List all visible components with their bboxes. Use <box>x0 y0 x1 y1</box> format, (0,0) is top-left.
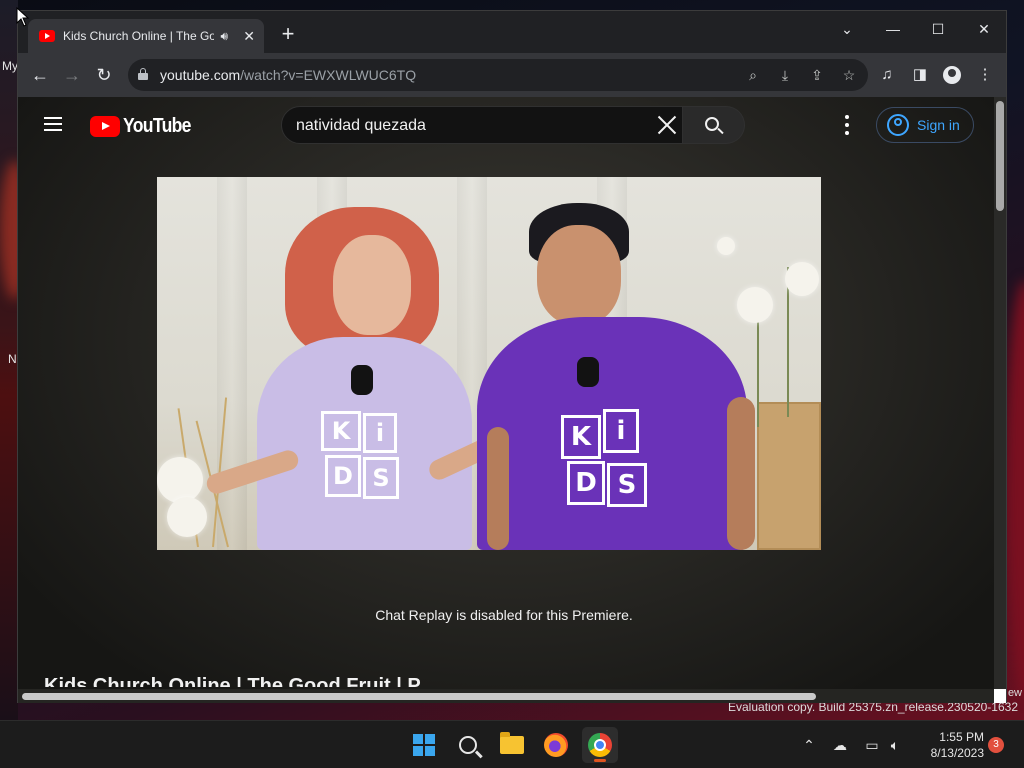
cloud-off-icon[interactable]: ☁ <box>830 735 850 755</box>
address-bar[interactable]: youtube.com/watch?v=EWXWLWUC6TQ ⌕ ⤓ ⇪ ☆ <box>128 59 868 91</box>
white-flower-decor <box>785 262 819 296</box>
media-control-icon[interactable]: ♫ <box>876 64 898 86</box>
search-button[interactable] <box>683 106 745 144</box>
youtube-masthead: YouTube natividad quezada Sign in <box>18 97 994 153</box>
tab-youtube-video[interactable]: Kids Church Online | The Goo 🔊︎ ✕ <box>28 19 264 53</box>
magnifier-icon <box>459 736 477 754</box>
shirt-letter: i <box>363 413 397 453</box>
clear-search-icon[interactable] <box>654 112 680 138</box>
shirt-letter: K <box>561 415 601 459</box>
sign-in-label: Sign in <box>917 117 960 133</box>
youtube-page: YouTube natividad quezada Sign in K i D … <box>18 97 1006 703</box>
desktop-icon-label[interactable]: My <box>2 59 18 73</box>
windows-logo-icon <box>413 734 435 756</box>
sign-in-button[interactable]: Sign in <box>876 107 974 143</box>
shirt-letter: D <box>325 455 361 497</box>
browser-window: Kids Church Online | The Goo 🔊︎ ✕ + ⌄ — … <box>17 10 1007 703</box>
search-query: natividad quezada <box>296 117 426 134</box>
browser-toolbar: ← → ↻ youtube.com/watch?v=EWXWLWUC6TQ ⌕ … <box>18 53 1006 97</box>
share-icon[interactable]: ⇪ <box>806 65 828 85</box>
more-options-icon[interactable] <box>842 113 852 137</box>
shirt-letter: S <box>607 463 647 507</box>
chrome-logo-icon <box>588 733 612 757</box>
lapel-microphone <box>577 357 599 387</box>
folder-icon <box>500 732 524 754</box>
person-face <box>537 225 621 325</box>
install-app-icon[interactable]: ⤓ <box>774 65 796 85</box>
lock-icon[interactable] <box>138 68 148 80</box>
desktop-icon-label[interactable]: ew <box>1008 687 1022 699</box>
forward-button[interactable]: → <box>60 63 84 87</box>
video-title: Kids Church Online | The Good Fruit | P <box>44 675 421 687</box>
url-text[interactable]: youtube.com/watch?v=EWXWLWUC6TQ <box>160 67 416 83</box>
tab-close-icon[interactable]: ✕ <box>242 28 256 45</box>
person-arm <box>727 397 755 550</box>
desktop-icon-label[interactable]: N <box>8 352 17 366</box>
start-icon[interactable] <box>406 727 442 763</box>
speaker-icon[interactable]: 🔊︎ <box>220 29 234 44</box>
new-tab-button[interactable]: + <box>276 23 300 47</box>
youtube-logo[interactable]: YouTube <box>90 115 200 137</box>
shirt-letter: K <box>321 411 361 451</box>
horizontal-scrollbar-thumb[interactable] <box>22 693 816 700</box>
tab-strip: Kids Church Online | The Goo 🔊︎ ✕ + ⌄ — … <box>18 11 1006 53</box>
tab-search-icon[interactable]: ⌄ <box>832 17 862 41</box>
person-face <box>333 235 411 335</box>
white-flower-decor <box>157 457 203 503</box>
video-player[interactable]: K i D S K i D S <box>157 177 821 550</box>
wooden-crate-decor <box>757 402 821 550</box>
maximize-button[interactable]: ☐ <box>923 17 953 41</box>
system-clock[interactable]: 1:55 PM 8/13/2023 <box>912 729 984 761</box>
flower-stem-decor <box>757 307 759 427</box>
chrome-icon[interactable] <box>582 727 618 763</box>
vertical-scrollbar-thumb[interactable] <box>996 101 1004 211</box>
search-icon[interactable] <box>450 727 486 763</box>
youtube-logo-text: YouTube <box>123 114 191 137</box>
tab-title: Kids Church Online | The Goo <box>63 29 215 43</box>
shirt-letter: D <box>567 461 605 505</box>
shirt-letter: i <box>603 409 639 453</box>
account-icon <box>887 114 909 136</box>
volume-icon[interactable]: 🔈︎ <box>885 735 905 755</box>
desktop-wallpaper-shape <box>1005 280 1024 700</box>
profile-icon[interactable] <box>941 64 963 86</box>
search-icon[interactable]: ⌕ <box>742 65 764 85</box>
firefox-icon[interactable] <box>538 727 574 763</box>
youtube-favicon-icon <box>39 30 55 42</box>
bookmark-star-icon[interactable]: ☆ <box>838 65 860 85</box>
scrollbar-corner <box>994 689 1006 703</box>
menu-icon[interactable] <box>44 117 64 131</box>
reload-button[interactable]: ↻ <box>92 63 116 87</box>
lapel-microphone <box>351 365 373 395</box>
more-menu-icon[interactable]: ⋮ <box>974 64 996 86</box>
close-window-button[interactable]: ✕ <box>969 17 999 41</box>
white-flower-decor <box>167 497 207 537</box>
shirt-letter: S <box>363 457 399 499</box>
back-button[interactable]: ← <box>28 63 52 87</box>
search-input[interactable]: natividad quezada <box>281 106 683 144</box>
clock-date: 8/13/2023 <box>930 746 984 760</box>
taskbar: ⌃ ☁ ▭ 🔈︎ 1:55 PM 8/13/2023 3 <box>0 720 1024 768</box>
white-flower-decor <box>737 287 773 323</box>
side-panel-icon[interactable]: ◨ <box>909 64 931 86</box>
firefox-logo-icon <box>544 733 568 757</box>
vertical-scrollbar[interactable] <box>994 97 1006 689</box>
url-path: /watch?v=EWXWLWUC6TQ <box>240 67 417 83</box>
white-flower-decor <box>717 237 735 255</box>
chevron-up-icon[interactable]: ⌃ <box>799 735 819 755</box>
clock-time: 1:55 PM <box>939 730 984 744</box>
person-arm <box>487 427 509 550</box>
horizontal-scrollbar[interactable] <box>18 689 994 703</box>
chat-replay-message: Chat Replay is disabled for this Premier… <box>375 607 633 623</box>
url-host: youtube.com <box>160 67 241 83</box>
minimize-button[interactable]: — <box>878 17 908 41</box>
notification-badge[interactable]: 3 <box>988 737 1004 753</box>
youtube-logo-icon <box>90 115 120 137</box>
file-explorer-icon[interactable] <box>494 727 530 763</box>
curtain-backdrop <box>217 177 247 550</box>
display-network-icon[interactable]: ▭ <box>862 735 882 755</box>
